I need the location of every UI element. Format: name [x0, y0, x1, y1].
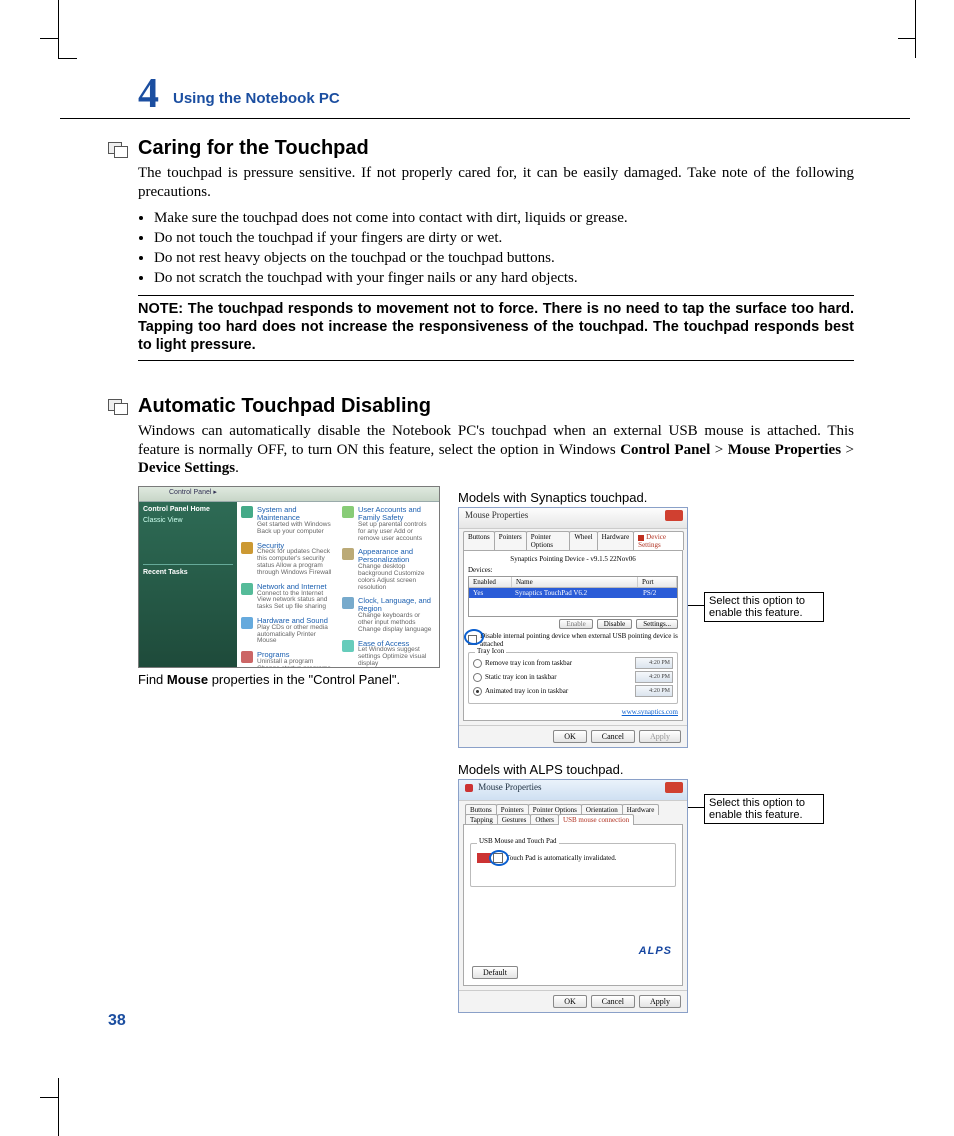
- section-caring: Caring for the Touchpad The touchpad is …: [60, 137, 910, 361]
- callout-box: Select this option to enable this featur…: [704, 794, 824, 824]
- breadcrumb: Control Panel ▸: [169, 489, 217, 496]
- cp-left-col: System and MaintenanceGet started with W…: [237, 502, 338, 668]
- section-title: Caring for the Touchpad: [138, 137, 369, 160]
- highlight-circle-icon: [489, 850, 509, 866]
- chapter-title: Using the Notebook PC: [173, 90, 340, 107]
- devices-label: Devices:: [468, 566, 678, 574]
- chapter-number: 4: [138, 70, 159, 118]
- list-item: Do not touch the touchpad if your finger…: [154, 228, 854, 248]
- window-title: Mouse Properties: [465, 510, 528, 520]
- settings-button: Settings...: [636, 619, 678, 629]
- alps-logo: ALPS: [639, 945, 672, 957]
- tab: Buttons: [463, 531, 495, 550]
- callout-box: Select this option to enable this featur…: [704, 592, 824, 622]
- device-row: Yes Synaptics TouchPad V6.2 PS/2: [469, 588, 677, 598]
- callout-line: [688, 605, 704, 606]
- figure-caption-alps: Models with ALPS touchpad.: [458, 762, 698, 777]
- version-text: Synaptics Pointing Device - v9.1.5 22Nov…: [468, 555, 678, 563]
- page-content: 4 Using the Notebook PC Caring for the T…: [60, 0, 910, 1013]
- synaptics-screenshot: Mouse Properties Buttons Pointers Pointe…: [458, 507, 688, 748]
- disable-button: Disable: [597, 619, 632, 629]
- tab: Pointer Options: [526, 531, 571, 550]
- usb-mouse-group: USB Mouse and Touch Pad Touch Pad is aut…: [470, 843, 676, 887]
- section2-paragraph: Windows can automatically disable the No…: [138, 422, 854, 478]
- tab-active: Device Settings: [633, 531, 684, 550]
- apply-button: Apply: [639, 995, 681, 1008]
- section-title: Automatic Touchpad Disabling: [138, 395, 431, 418]
- intro-paragraph: The touchpad is pressure sensitive. If n…: [138, 164, 854, 202]
- list-item: Do not rest heavy objects on the touchpa…: [154, 248, 854, 268]
- cancel-button: Cancel: [591, 730, 635, 743]
- cancel-button: Cancel: [591, 995, 635, 1008]
- page-number: 38: [108, 1012, 126, 1030]
- device-list: Enabled Name Port Yes Synaptics TouchPad…: [468, 576, 678, 617]
- enable-button: Enable: [559, 619, 592, 629]
- ok-button: OK: [553, 995, 587, 1008]
- tab: Hardware: [597, 531, 635, 550]
- figure-caption: Find Mouse properties in the "Control Pa…: [138, 672, 440, 687]
- default-button: Default: [472, 966, 518, 979]
- windows-icon: [108, 140, 130, 158]
- tab-rows: Buttons Pointers Pointer Options Orienta…: [459, 801, 687, 824]
- ok-button: OK: [553, 730, 587, 743]
- figures-row: Control Panel ▸ Control Panel Home Class…: [138, 486, 910, 1013]
- control-panel-screenshot: Control Panel ▸ Control Panel Home Class…: [138, 486, 440, 668]
- disable-checkbox-row: Disable internal pointing device when ex…: [468, 632, 678, 648]
- section-auto-disable: Automatic Touchpad Disabling Windows can…: [60, 395, 910, 1013]
- precaution-list: Make sure the touchpad does not come int…: [138, 208, 854, 289]
- tab: Wheel: [569, 531, 597, 550]
- list-item: Make sure the touchpad does not come int…: [154, 208, 854, 228]
- close-icon: [665, 510, 683, 521]
- note-box: NOTE: The touchpad responds to movement …: [138, 295, 854, 361]
- chapter-header: 4 Using the Notebook PC: [60, 70, 910, 119]
- list-item: Do not scratch the touchpad with your fi…: [154, 268, 854, 288]
- windows-icon: [108, 397, 130, 415]
- tab: Pointers: [494, 531, 527, 550]
- callout-line: [688, 807, 704, 808]
- synaptics-link: www.synaptics.com: [622, 708, 678, 716]
- figure-caption-syn: Models with Synaptics touchpad.: [458, 490, 698, 505]
- tray-icon-group: Tray Icon Remove tray icon from taskbar4…: [468, 652, 678, 704]
- figures-right-col: Models with Synaptics touchpad. Mouse Pr…: [458, 486, 698, 1013]
- sidebar: Control Panel Home Classic View Recent T…: [139, 502, 237, 668]
- figure-control-panel: Control Panel ▸ Control Panel Home Class…: [138, 486, 440, 1013]
- tab-active: USB mouse connection: [558, 814, 634, 825]
- cp-right-col: User Accounts and Family SafetySet up pa…: [338, 502, 439, 668]
- tab-row: Buttons Pointers Pointer Options Wheel H…: [459, 529, 687, 550]
- window-title: Mouse Properties: [478, 782, 541, 792]
- close-icon: [665, 782, 683, 793]
- apply-button: Apply: [639, 730, 681, 743]
- alps-screenshot: Mouse Properties Buttons Pointers Pointe…: [458, 779, 688, 1013]
